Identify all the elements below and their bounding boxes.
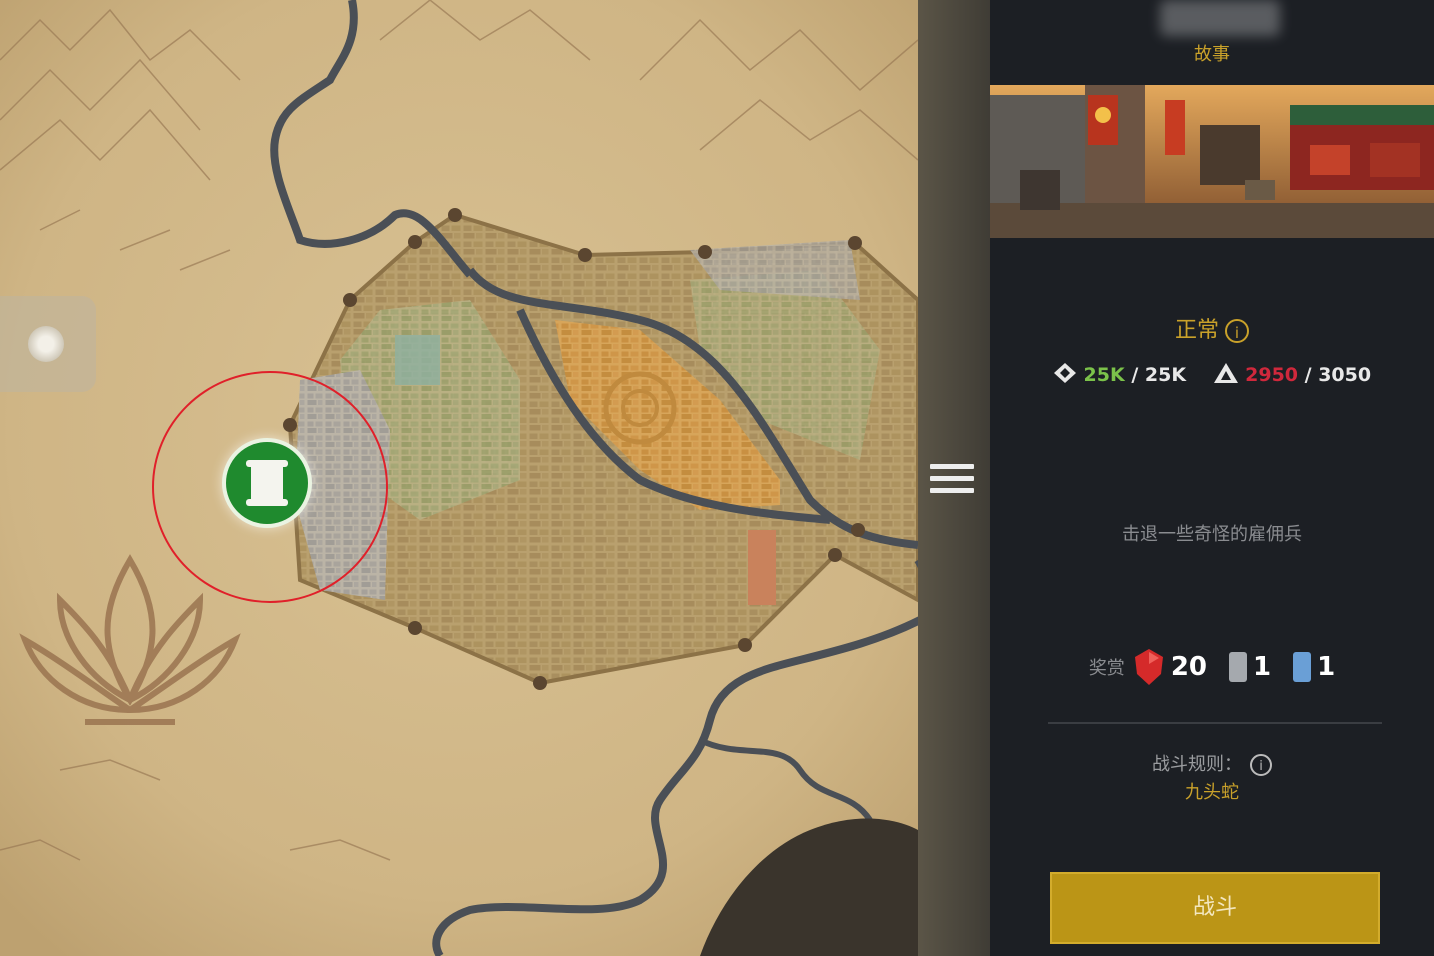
power-max: 25K xyxy=(1144,364,1187,386)
rules-label: 战斗规则： xyxy=(1152,754,1242,775)
troops-icon xyxy=(1213,363,1238,383)
mission-objective: 击退一些奇怪的雇佣兵 xyxy=(1122,524,1302,545)
troop-max: 3050 xyxy=(1318,364,1372,386)
grey-card-icon xyxy=(1229,652,1247,682)
scroll-node[interactable] xyxy=(222,438,312,528)
divider-line xyxy=(1048,722,1382,724)
reward-grey-card-count: 1 xyxy=(1253,652,1272,682)
battle-rules: 战斗规则： i xyxy=(990,750,1434,776)
power-icon xyxy=(1053,363,1076,383)
world-map[interactable] xyxy=(0,0,918,956)
scroll-icon xyxy=(246,460,288,506)
blue-card-icon xyxy=(1293,652,1312,682)
gem-icon xyxy=(1134,649,1163,685)
hamburger-menu-icon[interactable] xyxy=(930,464,974,498)
rewards-row: 奖赏 20 1 1 xyxy=(990,648,1434,686)
difficulty-info-icon[interactable]: i xyxy=(1225,319,1249,343)
rules-info-icon[interactable]: i xyxy=(1250,754,1272,776)
reward-gem-count: 20 xyxy=(1170,652,1207,682)
mission-banner-image xyxy=(990,85,1434,238)
rules-value: 九头蛇 xyxy=(1185,782,1239,803)
side-toggle-button[interactable] xyxy=(0,296,96,392)
rewards-label: 奖赏 xyxy=(1088,658,1125,679)
difficulty: 正常 i xyxy=(990,312,1434,344)
moon-icon xyxy=(28,326,64,362)
mission-panel: 故事 正常 i 25K / 25K 2950 / 3050 击退一些奇怪的雇佣兵… xyxy=(990,0,1434,956)
blurred-title xyxy=(1160,0,1280,36)
story-label: 故事 xyxy=(1194,44,1230,65)
troop-current: 2950 xyxy=(1245,364,1299,386)
stats-row: 25K / 25K 2950 / 3050 xyxy=(990,362,1434,386)
fight-button[interactable]: 战斗 xyxy=(1050,872,1380,944)
power-current: 25K xyxy=(1083,364,1125,386)
difficulty-label: 正常 xyxy=(1174,318,1219,343)
reward-blue-card-count: 1 xyxy=(1317,652,1336,682)
